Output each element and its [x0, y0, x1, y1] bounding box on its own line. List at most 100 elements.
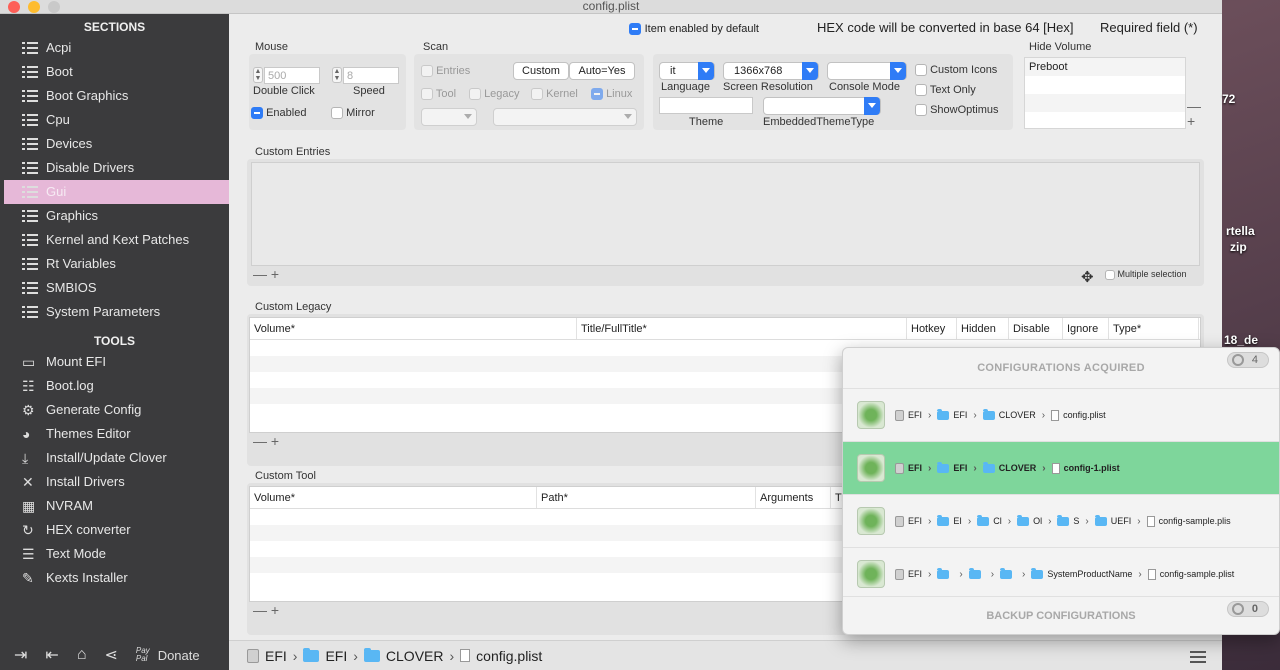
sidebar-item-disable-drivers[interactable]: Disable Drivers: [0, 156, 229, 180]
scan-kernel-checkbox[interactable]: [531, 88, 543, 101]
custom-icons-toggle[interactable]: Custom Icons: [915, 64, 997, 77]
scan-legacy-toggle[interactable]: Legacy: [469, 88, 520, 101]
path-segment: S: [1073, 516, 1080, 526]
text-only-toggle[interactable]: Text Only: [915, 84, 976, 97]
custom-icons-checkbox[interactable]: [915, 64, 927, 77]
sidebar-item-kernel-and-kext-patches[interactable]: Kernel and Kext Patches: [0, 228, 229, 252]
language-select[interactable]: it: [659, 62, 715, 80]
sidebar-item-graphics[interactable]: Graphics: [0, 204, 229, 228]
column-header[interactable]: Type*: [1109, 318, 1199, 339]
sidebar-tool-install-update-clover[interactable]: ⤓ Install/Update Clover: [0, 446, 229, 470]
mouse-enabled-checkbox[interactable]: [251, 107, 263, 120]
share-icon[interactable]: ⋖: [104, 645, 117, 665]
multiple-selection-checkbox[interactable]: [1105, 269, 1115, 280]
language-label: Language: [661, 81, 710, 93]
theme-input[interactable]: [659, 97, 753, 114]
sidebar-tool-generate-config[interactable]: ⚙ Generate Config: [0, 398, 229, 422]
import-icon[interactable]: ⇥: [14, 645, 27, 665]
show-optimus-checkbox[interactable]: [915, 104, 927, 117]
sidebar-item-gui[interactable]: Gui: [4, 180, 229, 204]
console-mode-select[interactable]: [827, 62, 907, 80]
sidebar-tool-text-mode[interactable]: ☰ Text Mode: [0, 542, 229, 566]
mouse-mirror-checkbox[interactable]: [331, 107, 343, 120]
custom-legacy-add-remove[interactable]: — +: [253, 433, 279, 449]
backup-count-badge: 0: [1227, 601, 1269, 617]
double-click-stepper[interactable]: ▲ ▼: [253, 67, 263, 83]
scan-tool-checkbox[interactable]: [421, 88, 433, 101]
column-header[interactable]: Title/FullTitle*: [577, 318, 907, 339]
scan-linux-toggle[interactable]: Linux: [591, 88, 632, 101]
scan-kernel-select[interactable]: [493, 108, 637, 126]
sidebar-item-boot-graphics[interactable]: Boot Graphics: [0, 84, 229, 108]
show-optimus-toggle[interactable]: ShowOptimus: [915, 104, 999, 117]
configuration-row[interactable]: EFI › EI › Cl › Ol › S › UEFI › config-sample.plis: [843, 494, 1279, 547]
hide-volume-list[interactable]: Preboot: [1024, 57, 1186, 129]
scan-kernel-toggle[interactable]: Kernel: [531, 88, 578, 101]
sidebar-tool-install-drivers[interactable]: ✕ Install Drivers: [0, 470, 229, 494]
text-only-checkbox[interactable]: [915, 84, 927, 97]
configuration-row[interactable]: EFI › EFI › CLOVER › config.plist: [843, 388, 1279, 441]
home-icon[interactable]: ⌂: [77, 646, 87, 664]
sidebar-item-system-parameters[interactable]: System Parameters: [0, 300, 229, 324]
column-header[interactable]: Volume*: [250, 487, 537, 508]
column-header[interactable]: Hotkey: [907, 318, 957, 339]
move-icon[interactable]: ✥: [1081, 268, 1094, 286]
donate-button[interactable]: Pay Pal Donate: [136, 647, 200, 663]
mouse-mirror-toggle[interactable]: Mirror: [331, 107, 375, 120]
path-segment[interactable]: CLOVER: [386, 648, 444, 664]
list-icon: [22, 282, 38, 294]
scan-custom-button[interactable]: Custom: [513, 62, 569, 80]
scan-entries-toggle[interactable]: Entries: [421, 65, 470, 78]
screen-resolution-select[interactable]: 1366x768: [723, 62, 819, 80]
custom-entries-add-remove[interactable]: — +: [253, 266, 279, 282]
multiple-selection-toggle[interactable]: Multiple selection: [1105, 269, 1187, 280]
scan-entries-checkbox[interactable]: [421, 65, 433, 78]
zoom-window-button[interactable]: [48, 1, 60, 13]
speed-stepper[interactable]: ▲ ▼: [332, 67, 342, 83]
configuration-row[interactable]: EFI › › › › SystemProductName › config-sample.p…: [843, 547, 1279, 600]
scan-linux-checkbox[interactable]: [591, 88, 603, 101]
export-icon[interactable]: ⇤: [45, 645, 58, 665]
scan-legacy-select[interactable]: [421, 108, 477, 126]
sidebar-tool-themes-editor[interactable]: ◕ Themes Editor: [0, 422, 229, 446]
sidebar-item-smbios[interactable]: SMBIOS: [0, 276, 229, 300]
double-click-input[interactable]: 500: [264, 67, 320, 84]
folder-icon: [1057, 514, 1070, 526]
sidebar-tool-kexts-installer[interactable]: ✎ Kexts Installer: [0, 566, 229, 590]
custom-tool-add-remove[interactable]: — +: [253, 602, 279, 618]
chevron-right-icon: ›: [1085, 515, 1089, 527]
sidebar-tool-hex-converter[interactable]: ↻ HEX converter: [0, 518, 229, 542]
menu-icon[interactable]: [1190, 651, 1206, 663]
sidebar-tool-mount-efi[interactable]: ▭ Mount EFI: [0, 350, 229, 374]
mouse-enabled-toggle[interactable]: Enabled: [251, 107, 306, 120]
sidebar-item-devices[interactable]: Devices: [0, 132, 229, 156]
sidebar-item-cpu[interactable]: Cpu: [0, 108, 229, 132]
speed-input[interactable]: 8: [343, 67, 399, 84]
column-header[interactable]: Disable: [1009, 318, 1063, 339]
column-header[interactable]: Volume*: [250, 318, 577, 339]
path-segment[interactable]: config.plist: [476, 648, 542, 664]
custom-entries-list[interactable]: [251, 162, 1200, 266]
column-header[interactable]: Ignore: [1063, 318, 1109, 339]
sidebar-item-acpi[interactable]: Acpi: [0, 36, 229, 60]
configuration-row[interactable]: EFI › EFI › CLOVER › config-1.plist: [843, 441, 1279, 494]
sidebar-item-rt-variables[interactable]: Rt Variables: [0, 252, 229, 276]
hide-volume-add-button[interactable]: +: [1187, 113, 1195, 129]
sidebar-item-boot[interactable]: Boot: [0, 60, 229, 84]
path-segment[interactable]: EFI: [325, 648, 347, 664]
embedded-theme-select[interactable]: [763, 97, 881, 115]
sidebar-item-label: Install/Update Clover: [46, 450, 167, 465]
column-header[interactable]: Hidden: [957, 318, 1009, 339]
sidebar-tool-nvram[interactable]: ▦ NVRAM: [0, 494, 229, 518]
scan-legacy-checkbox[interactable]: [469, 88, 481, 101]
path-segment[interactable]: EFI: [265, 648, 287, 664]
column-header[interactable]: Path*: [537, 487, 756, 508]
hide-volume-item[interactable]: Preboot: [1025, 58, 1185, 76]
sidebar-tool-boot-log[interactable]: ☷ Boot.log: [0, 374, 229, 398]
scan-tool-toggle[interactable]: Tool: [421, 88, 456, 101]
minimize-window-button[interactable]: [28, 1, 40, 13]
hide-volume-remove-button[interactable]: —: [1187, 98, 1201, 114]
close-window-button[interactable]: [8, 1, 20, 13]
column-header[interactable]: Arguments: [756, 487, 831, 508]
scan-auto-button[interactable]: Auto=Yes: [569, 62, 635, 80]
